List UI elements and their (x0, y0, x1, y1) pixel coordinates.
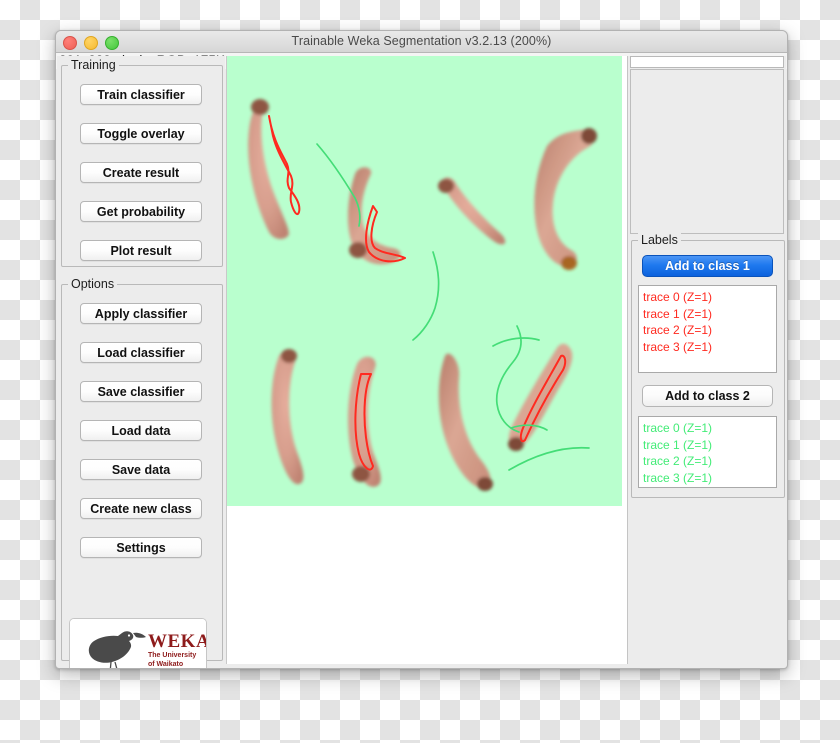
labels-group-legend: Labels (638, 233, 681, 247)
weka-logo-graphic: WEKA The University of Waikato (70, 619, 206, 668)
segmentation-canvas[interactable] (227, 56, 622, 506)
labels-group: Labels Add to class 1 trace 0 (Z=1) trac… (631, 233, 785, 498)
list-item[interactable]: trace 0 (Z=1) (643, 420, 772, 437)
application-window: Trainable Weka Segmentation v3.2.13 (200… (55, 30, 788, 669)
create-new-class-button[interactable]: Create new class (80, 498, 202, 519)
desktop-background: Trainable Weka Segmentation v3.2.13 (200… (0, 0, 840, 743)
weka-wordmark: WEKA (148, 631, 206, 652)
toggle-overlay-button[interactable]: Toggle overlay (80, 123, 202, 144)
add-to-class-2-button[interactable]: Add to class 2 (642, 385, 773, 407)
window-titlebar[interactable]: Trainable Weka Segmentation v3.2.13 (200… (56, 31, 787, 53)
class-1-trace-list[interactable]: trace 0 (Z=1) trace 1 (Z=1) trace 2 (Z=1… (638, 285, 777, 373)
list-item[interactable]: trace 1 (Z=1) (643, 437, 772, 454)
larvae-image (227, 56, 622, 506)
list-item[interactable]: trace 3 (Z=1) (643, 470, 772, 487)
training-group: Training Train classifier Toggle overlay… (61, 58, 223, 267)
window-title: Trainable Weka Segmentation v3.2.13 (200… (291, 34, 552, 48)
right-labels-panel: Labels Add to class 1 trace 0 (Z=1) trac… (627, 56, 786, 664)
list-item[interactable]: trace 1 (Z=1) (643, 306, 772, 323)
plot-result-button[interactable]: Plot result (80, 240, 202, 261)
create-result-button[interactable]: Create result (80, 162, 202, 183)
train-classifier-button[interactable]: Train classifier (80, 84, 202, 105)
weka-tagline-1: The University (148, 652, 196, 659)
apply-classifier-button[interactable]: Apply classifier (80, 303, 202, 324)
left-control-panel: Training Train classifier Toggle overlay… (57, 56, 225, 668)
list-item[interactable]: trace 2 (Z=1) (643, 322, 772, 339)
class-2-trace-list[interactable]: trace 0 (Z=1) trace 1 (Z=1) trace 2 (Z=1… (638, 416, 777, 488)
weka-logo: WEKA The University of Waikato (69, 618, 207, 668)
training-group-legend: Training (68, 58, 119, 72)
list-item[interactable]: trace 0 (Z=1) (643, 289, 772, 306)
add-to-class-1-button[interactable]: Add to class 1 (642, 255, 773, 277)
right-panel-top-strip (630, 56, 784, 68)
options-group-legend: Options (68, 277, 118, 291)
list-item[interactable]: trace 2 (Z=1) (643, 453, 772, 470)
get-probability-button[interactable]: Get probability (80, 201, 202, 222)
settings-button[interactable]: Settings (80, 537, 202, 558)
save-classifier-button[interactable]: Save classifier (80, 381, 202, 402)
options-group: Options Apply classifier Load classifier… (61, 277, 223, 661)
weka-tagline-2: of Waikato (148, 661, 183, 668)
load-classifier-button[interactable]: Load classifier (80, 342, 202, 363)
load-data-button[interactable]: Load data (80, 420, 202, 441)
list-item[interactable]: trace 3 (Z=1) (643, 339, 772, 356)
save-data-button[interactable]: Save data (80, 459, 202, 480)
right-panel-empty-area (630, 69, 784, 234)
image-viewer-pane[interactable] (226, 56, 628, 664)
